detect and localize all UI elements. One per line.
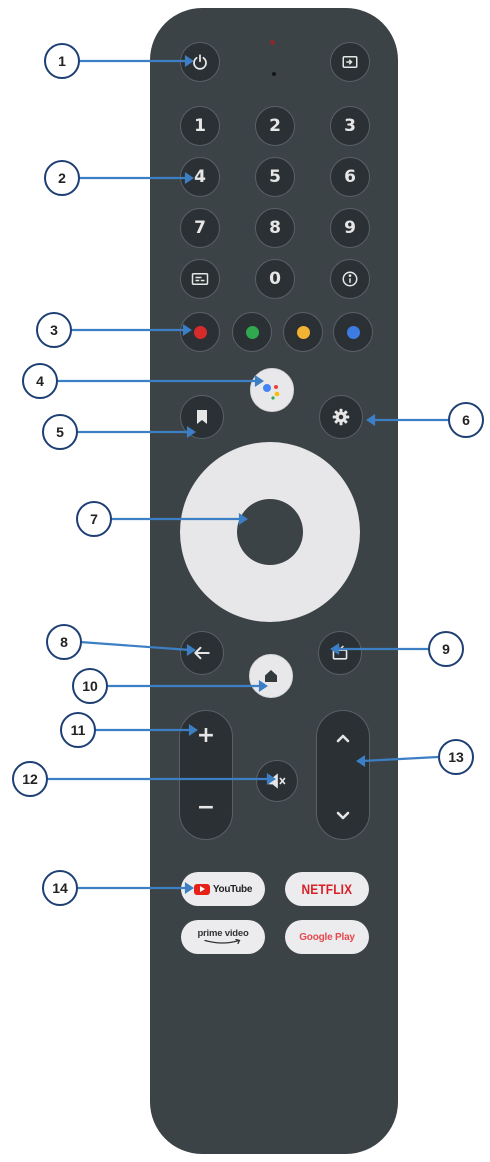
callout-5: 5 [42,414,78,450]
leader-line-13 [361,755,439,763]
callout-11: 11 [60,712,96,748]
callout-3: 3 [36,312,72,348]
callout-13: 13 [438,739,474,775]
callout-8: 8 [46,624,82,660]
callout-7: 7 [76,501,112,537]
callout-9: 9 [428,631,464,667]
callout-1: 1 [44,43,80,79]
leader-line-8 [79,640,191,652]
callout-14: 14 [42,870,78,906]
callout-12: 12 [12,761,48,797]
callout-2: 2 [44,160,80,196]
callout-4: 4 [22,363,58,399]
callout-6: 6 [448,402,484,438]
callout-10: 10 [72,668,108,704]
